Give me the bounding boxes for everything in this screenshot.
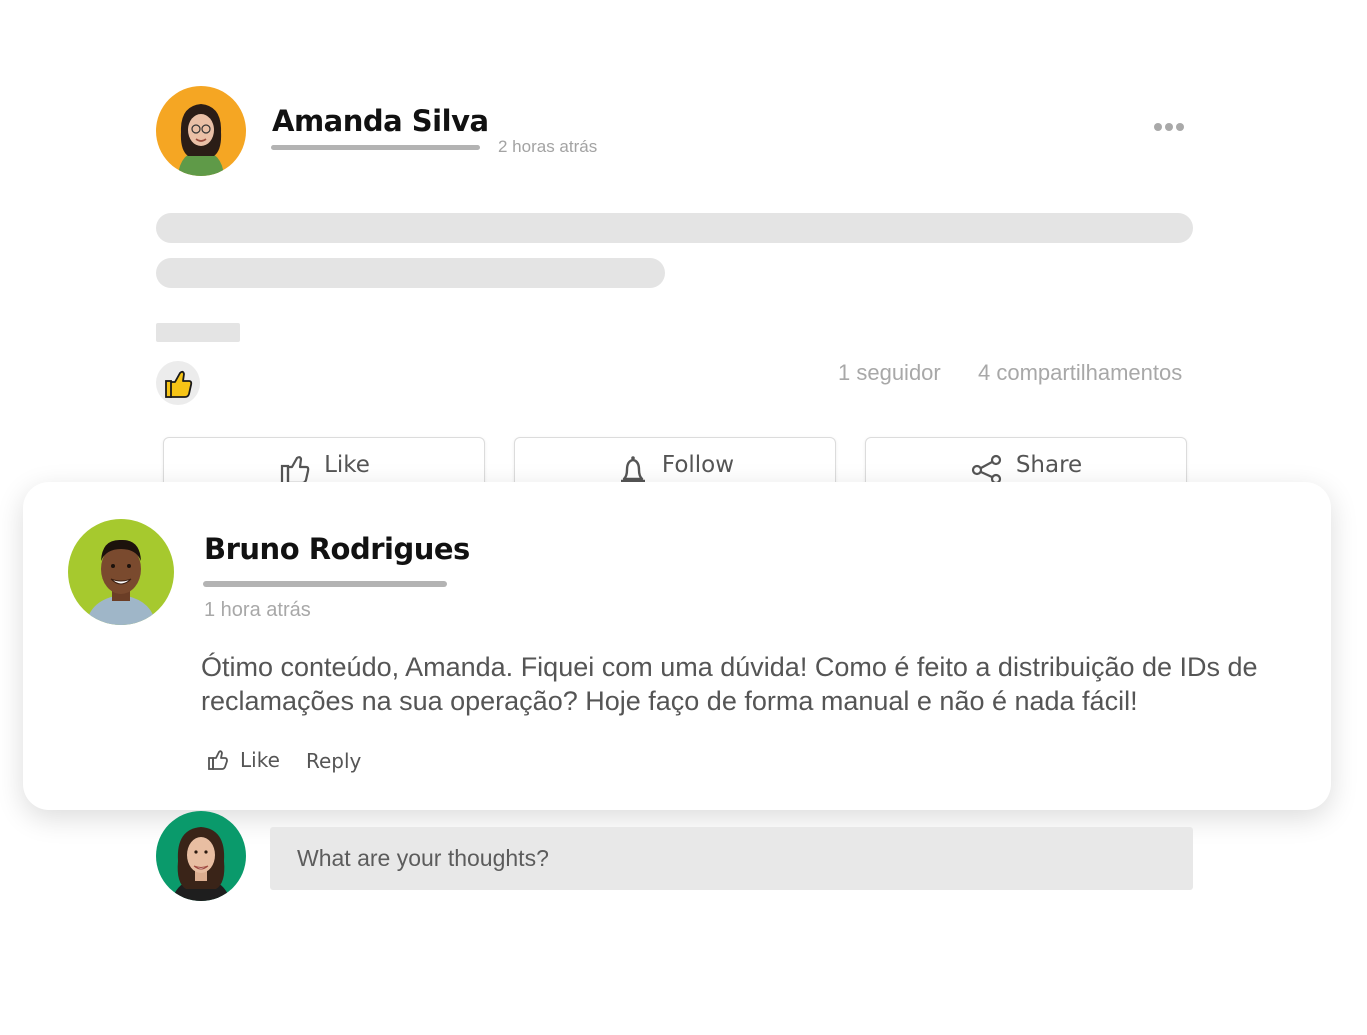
- author-avatar[interactable]: [156, 86, 246, 176]
- post-author-name[interactable]: Amanda Silva: [272, 104, 489, 138]
- thumbs-up-icon: [280, 456, 310, 486]
- thumbs-up-icon: [208, 750, 228, 770]
- comment-input[interactable]: [270, 827, 1193, 890]
- comment-like-label: Like: [240, 748, 280, 772]
- comment-timestamp: 1 hora atrás: [204, 599, 311, 621]
- content-placeholder-line-1: [156, 213, 1193, 243]
- comment-like-button[interactable]: Like: [206, 748, 280, 772]
- content-placeholder-line-3: [156, 323, 240, 342]
- comment-reply-button[interactable]: Reply: [306, 749, 361, 773]
- comment-author-name[interactable]: Bruno Rodrigues: [204, 532, 470, 566]
- current-user-avatar[interactable]: [156, 811, 246, 901]
- post-timestamp: 2 horas atrás: [498, 137, 598, 156]
- comment-text: Ótimo conteúdo, Amanda. Fiquei com uma d…: [201, 652, 1258, 716]
- more-options-icon[interactable]: [1154, 118, 1194, 132]
- commenter-avatar[interactable]: [68, 519, 174, 625]
- author-underline: [271, 145, 480, 150]
- follow-button-label: Follow: [661, 452, 735, 478]
- like-button-label: Like: [324, 452, 370, 478]
- followers-count[interactable]: 1 seguidor: [838, 360, 941, 386]
- thumbs-up-reaction-icon[interactable]: [156, 361, 200, 405]
- bell-icon: [620, 456, 645, 483]
- share-icon: [971, 454, 1001, 485]
- share-button-label: Share: [1015, 452, 1083, 478]
- commenter-underline: [203, 581, 447, 587]
- shares-count[interactable]: 4 compartilhamentos: [978, 360, 1182, 386]
- content-placeholder-line-2: [156, 258, 665, 288]
